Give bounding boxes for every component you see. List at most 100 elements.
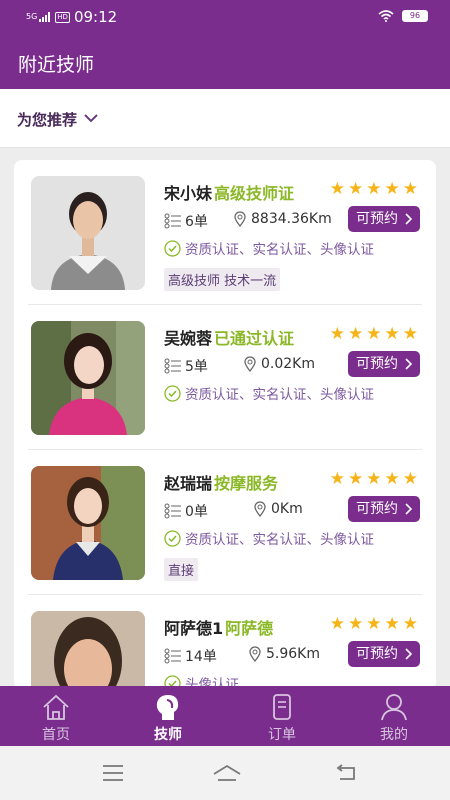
star-icon: ★ — [348, 469, 364, 489]
chevron-right-icon[interactable] — [404, 213, 412, 225]
location-pin-icon — [244, 356, 256, 372]
sort-filter[interactable]: 为您推荐 — [0, 89, 450, 148]
star-icon: ★ — [366, 469, 382, 489]
book-button[interactable]: 可预约 — [348, 496, 420, 522]
technician-item[interactable]: 宋小妹 高级技师证 ★ ★ ★ ★ ★ 6单 8834.36Km 可预约 资质认… — [14, 160, 436, 305]
technician-title: 已通过认证 — [214, 329, 295, 348]
certifications: 资质认证、实名认证、头像认证 — [164, 528, 374, 548]
tab-technician[interactable]: 技师 — [112, 686, 224, 746]
technician-head-icon[interactable] — [152, 692, 184, 722]
technician-photo[interactable] — [31, 611, 145, 690]
technician-item[interactable]: 赵瑞瑞 按摩服务 ★ ★ ★ ★ ★ 0单 0Km 可预约 资质认证、实名认证、… — [14, 450, 436, 595]
star-icon: ★ — [402, 324, 418, 344]
menu-icon[interactable] — [102, 764, 124, 782]
star-icon: ★ — [348, 324, 364, 344]
tab-label[interactable]: 订单 — [226, 724, 338, 744]
chevron-right-icon[interactable] — [404, 648, 412, 660]
distance-text: 8834.36Km — [251, 211, 332, 227]
star-icon: ★ — [366, 179, 382, 199]
page-title: 附近技师 — [18, 54, 95, 76]
book-button-label[interactable]: 可预约 — [356, 501, 398, 517]
technician-name: 阿萨德1 — [164, 619, 224, 638]
list-icon — [164, 358, 181, 374]
technician-item[interactable]: 阿萨德1 阿萨德 ★ ★ ★ ★ ★ 14单 5.96Km 可预约 头像认证 — [14, 595, 436, 690]
location-pin-icon — [234, 211, 246, 227]
tab-label[interactable]: 首页 — [0, 724, 112, 744]
tab-label[interactable]: 技师 — [112, 724, 224, 744]
book-button[interactable]: 可预约 — [348, 641, 420, 667]
signal-icon — [39, 12, 51, 22]
distance: 5.96Km — [249, 646, 320, 662]
chevron-right-icon[interactable] — [404, 358, 412, 370]
order-count-text: 0单 — [185, 504, 208, 520]
status-bar: 5G HD 09:12 96 — [0, 0, 450, 36]
chevron-right-icon[interactable] — [404, 503, 412, 515]
location-pin-icon — [249, 646, 261, 662]
rating-stars: ★ ★ ★ ★ ★ — [330, 615, 418, 633]
certifications-text: 资质认证、实名认证、头像认证 — [185, 387, 374, 403]
home-icon[interactable] — [40, 692, 72, 722]
order-count: 5单 — [164, 356, 208, 376]
star-icon: ★ — [366, 614, 382, 634]
star-icon: ★ — [329, 324, 345, 344]
technician-name: 宋小妹 — [164, 184, 213, 203]
header: 附近技师 — [0, 36, 450, 89]
technician-tag: 直接 — [164, 558, 199, 581]
wifi-icon — [378, 10, 394, 22]
book-button[interactable]: 可预约 — [348, 206, 420, 232]
rating-stars: ★ ★ ★ ★ ★ — [330, 470, 418, 488]
tab-label[interactable]: 我的 — [338, 724, 450, 744]
technician-title: 按摩服务 — [214, 474, 279, 493]
book-button-label[interactable]: 可预约 — [356, 211, 398, 227]
list-icon — [164, 213, 181, 229]
distance: 0.02Km — [244, 356, 315, 372]
list-icon — [164, 503, 181, 519]
back-icon[interactable] — [334, 764, 358, 782]
home-nav-icon[interactable] — [212, 764, 242, 782]
certifications-text: 资质认证、实名认证、头像认证 — [185, 532, 374, 548]
technician-title: 阿萨德 — [225, 619, 274, 638]
star-icon: ★ — [384, 614, 400, 634]
clock: 09:12 — [73, 8, 118, 26]
star-icon: ★ — [402, 179, 418, 199]
chevron-down-icon[interactable] — [82, 109, 100, 127]
star-icon: ★ — [348, 179, 364, 199]
star-icon: ★ — [384, 324, 400, 344]
order-count-text: 6单 — [185, 214, 208, 230]
system-nav-bar — [0, 746, 450, 800]
bottom-tab-bar: 首页 技师 订单 我的 — [0, 686, 450, 746]
star-icon: ★ — [402, 469, 418, 489]
technician-photo[interactable] — [31, 321, 145, 435]
technician-item[interactable]: 吴婉蓉 已通过认证 ★ ★ ★ ★ ★ 5单 0.02Km 可预约 资质认证、实… — [14, 305, 436, 450]
technician-photo[interactable] — [31, 466, 145, 580]
star-icon: ★ — [329, 179, 345, 199]
tab-mine[interactable]: 我的 — [338, 686, 450, 746]
technician-tag: 高级技师 技术一流 — [164, 268, 281, 291]
sort-filter-label[interactable]: 为您推荐 — [17, 109, 77, 130]
order-count-text: 5单 — [185, 359, 208, 375]
book-button[interactable]: 可预约 — [348, 351, 420, 377]
certifications: 资质认证、实名认证、头像认证 — [164, 383, 374, 403]
order-count: 6单 — [164, 211, 208, 231]
order-count-text: 14单 — [185, 649, 217, 665]
order-list-icon[interactable] — [266, 692, 298, 722]
certifications-text: 资质认证、实名认证、头像认证 — [185, 242, 374, 258]
rating-stars: ★ ★ ★ ★ ★ — [330, 180, 418, 198]
book-button-label[interactable]: 可预约 — [356, 646, 398, 662]
order-count: 14单 — [164, 646, 217, 666]
user-icon[interactable] — [378, 692, 410, 722]
technician-name: 吴婉蓉 — [164, 329, 213, 348]
distance: 8834.36Km — [234, 211, 332, 227]
battery-icon: 96 — [402, 10, 428, 22]
distance-text: 0Km — [271, 501, 303, 517]
technician-photo[interactable] — [31, 176, 145, 290]
star-icon: ★ — [329, 614, 345, 634]
tab-home[interactable]: 首页 — [0, 686, 112, 746]
hd-badge: HD — [55, 11, 70, 23]
certifications: 资质认证、实名认证、头像认证 — [164, 238, 374, 258]
tab-orders[interactable]: 订单 — [226, 686, 338, 746]
verified-badge-icon — [164, 529, 181, 547]
book-button-label[interactable]: 可预约 — [356, 356, 398, 372]
star-icon: ★ — [348, 614, 364, 634]
list-icon — [164, 648, 181, 664]
